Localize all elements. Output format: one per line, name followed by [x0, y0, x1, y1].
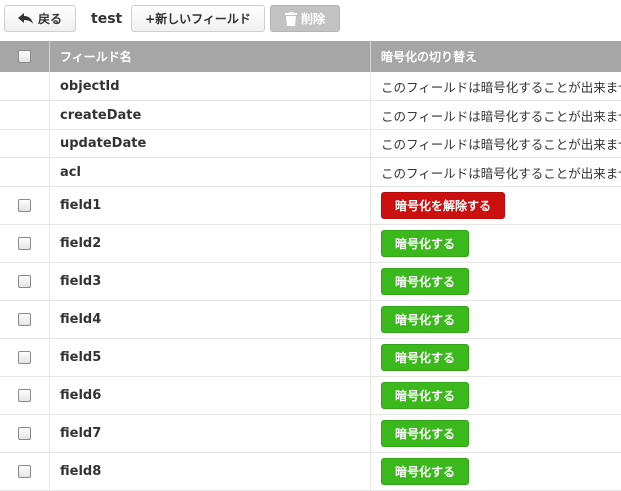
delete-button[interactable]: 削除	[270, 5, 340, 32]
add-field-button[interactable]: +新しいフィールド	[131, 5, 265, 32]
encrypt-button[interactable]: 暗号化する	[381, 458, 469, 485]
row-checkbox[interactable]	[18, 389, 31, 402]
encryption-cell: 暗号化を解除する	[370, 187, 621, 224]
field-name: field6	[49, 377, 370, 414]
field-name: field7	[49, 415, 370, 452]
field-name: createDate	[49, 101, 370, 129]
row-checkbox-cell	[0, 158, 49, 186]
encryption-cell: 暗号化する	[370, 263, 621, 300]
table-row: acl このフィールドは暗号化することが出来ません	[0, 158, 621, 187]
row-checkbox[interactable]	[18, 275, 31, 288]
table-header: フィールド名 暗号化の切り替え	[0, 41, 621, 72]
not-encryptable-note: このフィールドは暗号化することが出来ません	[370, 101, 621, 129]
encryption-cell: 暗号化する	[370, 301, 621, 338]
table-row: objectId このフィールドは暗号化することが出来ません	[0, 72, 621, 101]
encryption-cell: 暗号化する	[370, 377, 621, 414]
table-row: updateDate このフィールドは暗号化することが出来ません	[0, 130, 621, 158]
encryption-cell: 暗号化する	[370, 225, 621, 262]
back-button[interactable]: 戻る	[4, 5, 76, 32]
row-checkbox-cell	[0, 377, 49, 414]
row-checkbox[interactable]	[18, 237, 31, 250]
table-row: createDate このフィールドは暗号化することが出来ません	[0, 101, 621, 130]
field-name: field2	[49, 225, 370, 262]
field-name: field1	[49, 187, 370, 224]
field-name: field3	[49, 263, 370, 300]
back-button-label: 戻る	[37, 12, 62, 26]
back-arrow-icon	[17, 12, 33, 24]
row-checkbox-cell	[0, 130, 49, 157]
table-row: field7 暗号化する	[0, 415, 621, 453]
not-encryptable-note: このフィールドは暗号化することが出来ません	[370, 158, 621, 186]
encrypt-button[interactable]: 暗号化する	[381, 382, 469, 409]
encryption-cell: 暗号化する	[370, 415, 621, 452]
field-name: acl	[49, 158, 370, 186]
row-checkbox-cell	[0, 72, 49, 100]
encrypt-button[interactable]: 暗号化する	[381, 344, 469, 371]
decrypt-button[interactable]: 暗号化を解除する	[381, 192, 505, 219]
field-name: field5	[49, 339, 370, 376]
select-all-checkbox[interactable]	[18, 50, 31, 63]
field-name: objectId	[49, 72, 370, 100]
not-encryptable-note: このフィールドは暗号化することが出来ません	[370, 130, 621, 157]
row-checkbox-cell	[0, 225, 49, 262]
select-all-cell	[0, 41, 49, 72]
row-checkbox-cell	[0, 339, 49, 376]
table-row: field8 暗号化する	[0, 453, 621, 491]
field-name: field4	[49, 301, 370, 338]
row-checkbox[interactable]	[18, 465, 31, 478]
encrypt-button[interactable]: 暗号化する	[381, 230, 469, 257]
encrypt-button[interactable]: 暗号化する	[381, 306, 469, 333]
toolbar: 戻る test +新しいフィールド 削除	[0, 0, 621, 40]
row-checkbox-cell	[0, 263, 49, 300]
table-row: field6 暗号化する	[0, 377, 621, 415]
row-checkbox[interactable]	[18, 351, 31, 364]
header-encryption-toggle: 暗号化の切り替え	[370, 41, 621, 72]
encryption-cell: 暗号化する	[370, 339, 621, 376]
row-checkbox[interactable]	[18, 313, 31, 326]
row-checkbox-cell	[0, 301, 49, 338]
row-checkbox-cell	[0, 101, 49, 129]
field-name: field8	[49, 453, 370, 490]
row-checkbox[interactable]	[18, 199, 31, 212]
encrypt-button[interactable]: 暗号化する	[381, 268, 469, 295]
trash-icon	[284, 11, 297, 26]
header-field-name: フィールド名	[49, 41, 370, 72]
table-row: field3 暗号化する	[0, 263, 621, 301]
row-checkbox-cell	[0, 415, 49, 452]
table-row: field1 暗号化を解除する	[0, 187, 621, 225]
delete-button-label: 削除	[300, 12, 325, 26]
table-row: field2 暗号化する	[0, 225, 621, 263]
table-row: field4 暗号化する	[0, 301, 621, 339]
row-checkbox-cell	[0, 453, 49, 490]
row-checkbox-cell	[0, 187, 49, 224]
collection-name: test	[91, 11, 123, 27]
not-encryptable-note: このフィールドは暗号化することが出来ません	[370, 72, 621, 100]
row-checkbox[interactable]	[18, 427, 31, 440]
field-name: updateDate	[49, 130, 370, 157]
encryption-cell: 暗号化する	[370, 453, 621, 490]
encrypt-button[interactable]: 暗号化する	[381, 420, 469, 447]
table-row: field5 暗号化する	[0, 339, 621, 377]
